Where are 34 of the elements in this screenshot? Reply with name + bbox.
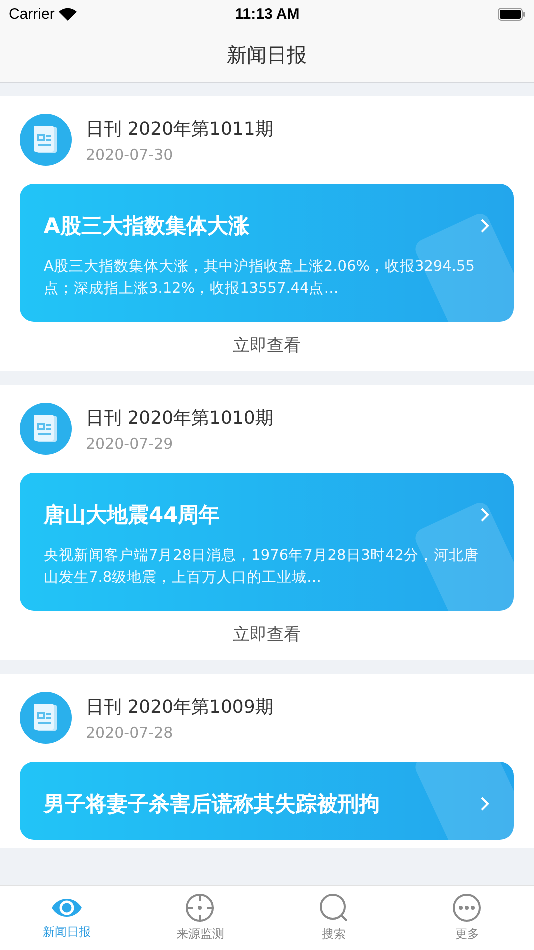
tab-bar-item[interactable]: 搜索 xyxy=(267,886,400,950)
wifi-icon xyxy=(58,8,77,20)
crosshair-icon xyxy=(185,893,216,923)
tab-bar-item[interactable]: 来源监测 xyxy=(134,886,267,950)
nav-title: 新闻日报 xyxy=(227,42,307,68)
search-icon xyxy=(318,893,349,923)
chevron-right-icon xyxy=(480,796,490,812)
issue-date: 2020-07-28 xyxy=(86,724,174,742)
headline-banner[interactable]: 唐山大地震44周年 央视新闻客户端7月28日消息，1976年7月28日3时42分，河北唐山发生7.8级地震，上百万人口的工业城… xyxy=(20,473,514,611)
tab-bar-item[interactable]: 新闻日报 xyxy=(0,886,134,950)
issue-date: 2020-07-29 xyxy=(86,434,174,452)
tab-bar-item[interactable]: 更多 xyxy=(400,886,534,950)
issue-date: 2020-07-30 xyxy=(86,146,174,164)
newspaper-icon xyxy=(20,692,72,744)
issue-title: 日刊 2020年第1010期 xyxy=(86,406,274,430)
headline: A股三大指数集体大涨 xyxy=(44,213,250,240)
newspaper-icon xyxy=(20,114,72,166)
carrier-label: Carrier xyxy=(9,6,55,22)
status-time: 11:13 AM xyxy=(235,6,300,22)
headline-summary: A股三大指数集体大涨，其中沪指收盘上涨2.06%，收报3294.55点；深成指上涨3.12%，收报13557.44点… xyxy=(44,258,476,299)
issue-title: 日刊 2020年第1009期 xyxy=(86,696,274,718)
headline: 男子将妻子杀害后谎称其失踪被刑拘 xyxy=(44,791,380,818)
chevron-right-icon xyxy=(480,507,490,523)
headline-banner[interactable]: 男子将妻子杀害后谎称其失踪被刑拘 xyxy=(20,762,514,840)
headline: 唐山大地震44周年 xyxy=(44,502,220,529)
more-icon xyxy=(452,893,482,923)
newspaper-icon xyxy=(20,403,72,455)
chevron-right-icon xyxy=(480,218,490,234)
view-button[interactable]: 立即查看 xyxy=(213,322,321,363)
battery-icon xyxy=(498,8,526,20)
issue-title: 日刊 2020年第1011期 xyxy=(86,118,274,140)
view-button[interactable]: 立即查看 xyxy=(213,611,321,652)
headline-banner[interactable]: A股三大指数集体大涨 A股三大指数集体大涨，其中沪指收盘上涨2.06%，收报3294.55点；深成指上涨3.12%，收报13557.44点… xyxy=(20,184,514,322)
headline-summary: 央视新闻客户端7月28日消息，1976年7月28日3时42分，河北唐山发生7.8级地震，上百万人口的工业城… xyxy=(44,546,480,588)
